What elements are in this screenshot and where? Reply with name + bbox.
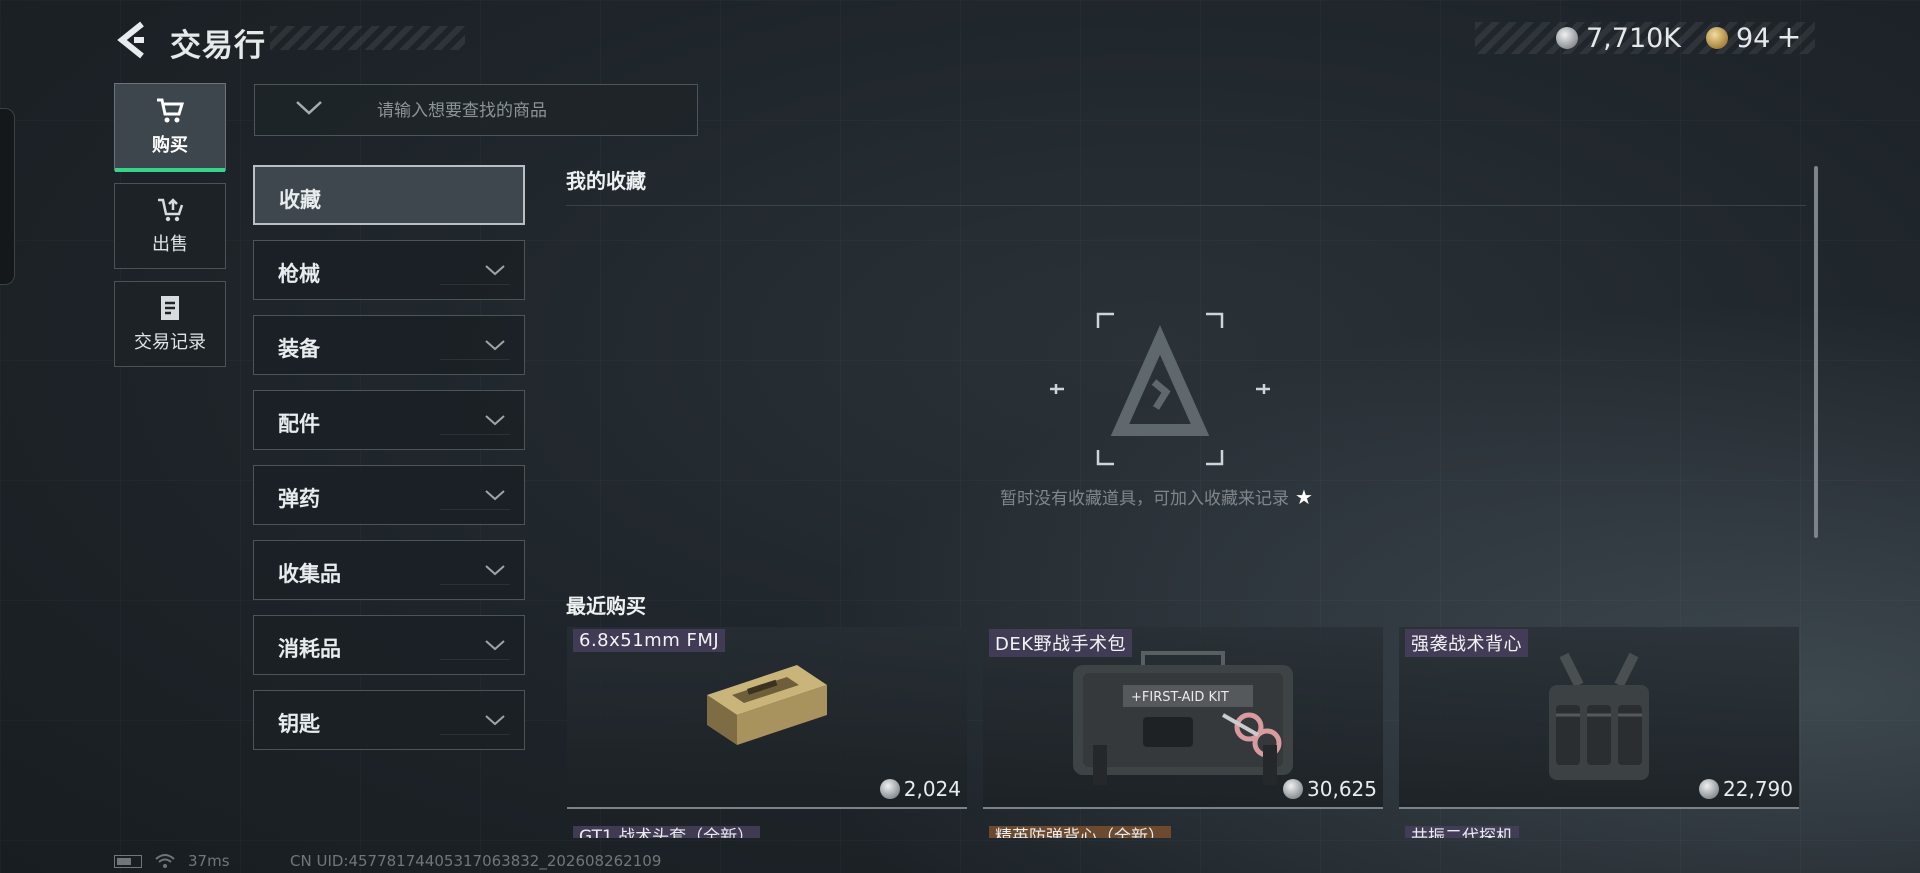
ammo-box-icon — [707, 665, 827, 745]
recent-item-card-partial[interactable]: 精英防弹背心（全新） — [983, 826, 1383, 838]
chevron-down-icon — [485, 265, 505, 276]
svg-text:+FIRST-AID KIT: +FIRST-AID KIT — [1131, 690, 1229, 705]
record-icon — [161, 296, 179, 320]
item-price: 22,790 — [1699, 777, 1793, 801]
silver-coin-icon — [1556, 27, 1578, 49]
card-underline — [983, 807, 1383, 809]
recent-item-card[interactable]: 6.8x51mm FMJ 2,024 — [567, 627, 967, 809]
favorites-title: 我的收藏 — [566, 169, 646, 193]
recent-item-card[interactable]: 强袭战术背心 22,790 — [1399, 627, 1799, 809]
card-underline — [567, 807, 967, 809]
silver-amount: 7,710K — [1586, 22, 1682, 54]
category-firearms[interactable]: 枪械 — [253, 240, 525, 300]
side-drawer-handle[interactable] — [0, 108, 15, 285]
divider — [440, 584, 510, 585]
category-label: 弹药 — [278, 487, 320, 511]
section-divider — [566, 205, 1806, 206]
divider — [440, 734, 510, 735]
ping-value: 37ms — [188, 852, 230, 870]
recent-item-card-partial[interactable]: GT1 战术头套（全新） — [567, 826, 967, 838]
silver-coin-icon — [1699, 779, 1720, 799]
divider — [440, 434, 510, 435]
page-title: 交易行 — [170, 28, 266, 64]
recent-item-card[interactable]: DEK野战手术包 +FIRST-AID KIT 30,625 — [983, 627, 1383, 809]
price-value: 22,790 — [1723, 777, 1793, 801]
user-uid: CN UID:45778174405317063832_202608262109 — [290, 852, 662, 870]
star-icon: ★ — [1295, 485, 1313, 509]
gold-currency[interactable]: 94 + — [1706, 22, 1802, 54]
search-bar[interactable] — [254, 84, 698, 136]
search-input[interactable] — [375, 95, 679, 127]
chevron-down-icon — [485, 340, 505, 351]
category-ammo[interactable]: 弹药 — [253, 465, 525, 525]
sidebar-item-buy[interactable]: 购买 — [114, 83, 226, 172]
gold-coin-icon — [1706, 27, 1728, 49]
category-collectibles[interactable]: 收集品 — [253, 540, 525, 600]
item-price: 30,625 — [1283, 777, 1377, 801]
category-label: 消耗品 — [278, 637, 341, 661]
silver-coin-icon — [879, 779, 900, 799]
chevron-down-icon — [485, 415, 505, 426]
empty-message: 暂时没有收藏道具，可加入收藏来记录 ★ — [1000, 484, 1313, 509]
card-underline — [1399, 807, 1799, 809]
item-name: 强袭战术背心 — [1405, 629, 1528, 657]
gold-amount: 94 — [1736, 22, 1771, 54]
back-arrow-icon — [117, 21, 144, 59]
chevron-down-icon — [485, 565, 505, 576]
silver-currency: 7,710K — [1556, 22, 1681, 54]
price-value: 30,625 — [1307, 777, 1377, 801]
status-bar: 37ms — [114, 852, 230, 870]
wifi-icon — [155, 854, 175, 868]
sidebar-item-label: 购买 — [152, 135, 188, 156]
title-decoration — [270, 26, 465, 50]
divider — [440, 359, 510, 360]
recent-title: 最近购买 — [566, 594, 646, 618]
category-label: 收藏 — [279, 188, 321, 212]
add-currency-button[interactable]: + — [1776, 23, 1801, 53]
divider — [440, 284, 510, 285]
recent-item-card-partial[interactable]: 共振二代探机 — [1399, 826, 1799, 838]
chevron-down-icon[interactable] — [295, 99, 323, 117]
item-name: 共振二代探机 — [1405, 826, 1519, 838]
category-label: 钥匙 — [278, 712, 320, 736]
chevron-down-icon — [485, 490, 505, 501]
sidebar-item-label: 出售 — [152, 234, 188, 255]
tactical-vest-icon — [1549, 652, 1649, 780]
category-consumables[interactable]: 消耗品 — [253, 615, 525, 675]
cart-icon — [157, 98, 185, 123]
divider — [440, 509, 510, 510]
sidebar-item-records[interactable]: 交易记录 — [114, 281, 226, 367]
silver-coin-icon — [1283, 779, 1304, 799]
category-label: 收集品 — [278, 562, 341, 586]
sell-cart-icon — [158, 198, 184, 222]
category-equipment[interactable]: 装备 — [253, 315, 525, 375]
first-aid-kit-icon: +FIRST-AID KIT — [1073, 651, 1293, 785]
scrollbar[interactable] — [1814, 166, 1818, 538]
sidebar-item-label: 交易记录 — [134, 332, 206, 353]
chevron-down-icon — [485, 640, 505, 651]
category-label: 装备 — [278, 337, 320, 361]
item-name: 精英防弹背心（全新） — [989, 826, 1171, 838]
item-name: GT1 战术头套（全新） — [573, 826, 761, 838]
back-button[interactable] — [114, 18, 150, 62]
sidebar-item-sell[interactable]: 出售 — [114, 183, 226, 269]
divider — [440, 659, 510, 660]
battery-icon — [114, 854, 142, 868]
empty-message-text: 暂时没有收藏道具，可加入收藏来记录 — [1000, 489, 1289, 509]
category-keys[interactable]: 钥匙 — [253, 690, 525, 750]
active-indicator — [115, 168, 225, 172]
category-label: 枪械 — [278, 262, 320, 286]
category-favorites[interactable]: 收藏 — [253, 165, 525, 225]
empty-placeholder-icon — [1050, 312, 1270, 466]
price-value: 2,024 — [903, 777, 961, 801]
category-attachments[interactable]: 配件 — [253, 390, 525, 450]
category-label: 配件 — [278, 412, 320, 436]
chevron-down-icon — [485, 715, 505, 726]
item-price: 2,024 — [879, 777, 961, 801]
